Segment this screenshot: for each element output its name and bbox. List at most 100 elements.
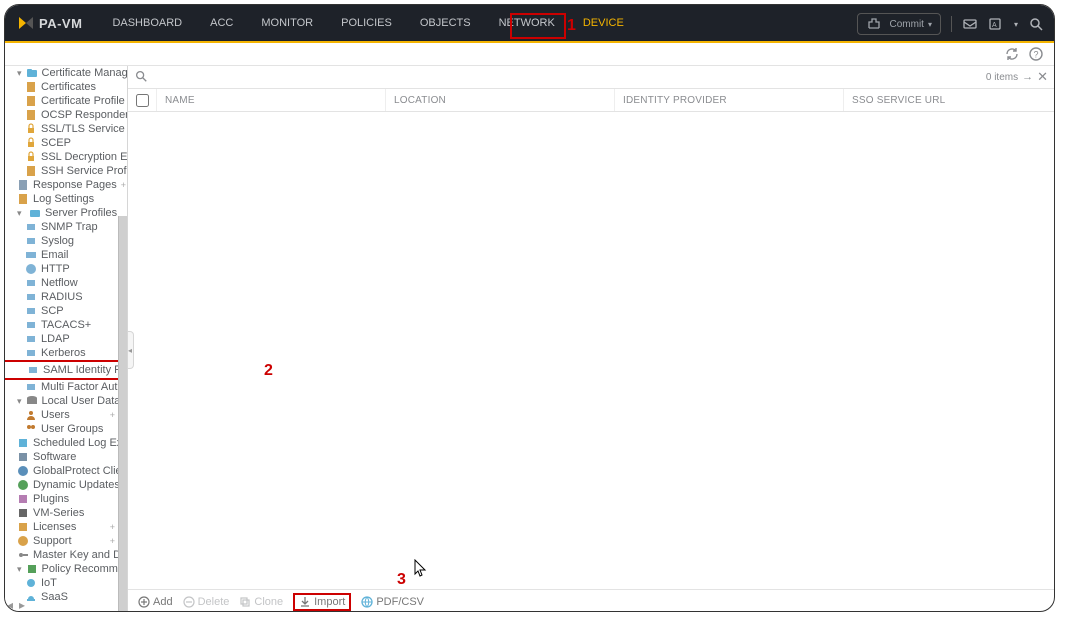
sidebar-item-dyn-updates[interactable]: Dynamic Updates+: [5, 478, 127, 492]
sidebar-item-tacacs[interactable]: TACACS+: [5, 318, 127, 332]
sidebar-label: Certificates: [41, 80, 96, 94]
sidebar-item-plugins[interactable]: Plugins: [5, 492, 127, 506]
sidebar-item-licenses[interactable]: Licenses+: [5, 520, 127, 534]
add-icon[interactable]: +: [121, 178, 128, 192]
sidebar-item-saml[interactable]: SAML Identity Provider: [5, 360, 127, 380]
sidebar-label: Log Settings: [33, 192, 94, 206]
page-icon: [17, 179, 29, 191]
sidebar-prev-icon[interactable]: ◂: [7, 598, 13, 612]
sidebar-label: Response Pages: [33, 178, 117, 192]
sidebar-item-radius[interactable]: RADIUS: [5, 290, 127, 304]
sidebar-label: Policy Recommendation: [42, 562, 128, 576]
clone-label: Clone: [254, 596, 283, 608]
column-header-location[interactable]: LOCATION: [386, 89, 615, 111]
sidebar-item-ssltls[interactable]: SSL/TLS Service Profile: [5, 122, 127, 136]
sidebar-label: SCP: [41, 304, 64, 318]
add-button[interactable]: Add: [138, 596, 173, 608]
search-icon[interactable]: [1028, 16, 1044, 32]
sidebar-label: SSL Decryption Exclusio: [41, 150, 128, 164]
radius-icon: [25, 291, 37, 303]
sidebar-item-local-user-db[interactable]: ▾Local User Database: [5, 394, 127, 408]
pdf-csv-button[interactable]: PDF/CSV: [361, 596, 424, 608]
sidebar-item-cert-mgmt[interactable]: ▾ Certificate Management: [5, 66, 127, 80]
go-arrow-icon[interactable]: →: [1022, 71, 1033, 83]
sidebar-item-master-key[interactable]: Master Key and Diagnostics: [5, 548, 127, 562]
sidebar-item-ocsp[interactable]: OCSP Responder: [5, 108, 127, 122]
sidebar-item-support[interactable]: Support+: [5, 534, 127, 548]
nav-tab-monitor[interactable]: MONITOR: [261, 5, 313, 41]
folder-icon: [26, 67, 38, 79]
nav-tab-device[interactable]: DEVICE: [583, 5, 624, 41]
saas-icon: [25, 591, 37, 603]
sidebar-item-scp[interactable]: SCP: [5, 304, 127, 318]
cert-icon: [25, 81, 37, 93]
import-button[interactable]: Import: [293, 593, 351, 611]
sidebar-label: OCSP Responder: [41, 108, 128, 122]
close-icon[interactable]: ✕: [1037, 69, 1048, 85]
sidebar-item-iot[interactable]: IoT: [5, 576, 127, 590]
sidebar-label: TACACS+: [41, 318, 91, 332]
column-header-idp[interactable]: IDENTITY PROVIDER: [615, 89, 844, 111]
nav-tab-dashboard[interactable]: DASHBOARD: [112, 5, 182, 41]
sidebar-label: Master Key and Diagnostics: [33, 548, 128, 562]
sidebar-item-netflow[interactable]: Netflow: [5, 276, 127, 290]
sidebar-collapse-handle[interactable]: ◂: [128, 331, 134, 369]
sidebar-item-ssl-decrypt[interactable]: SSL Decryption Exclusio: [5, 150, 127, 164]
policy-icon: [26, 563, 38, 575]
sidebar-next-icon[interactable]: ▸: [19, 598, 25, 612]
sidebar-label: Server Profiles: [45, 206, 117, 220]
sidebar-item-software[interactable]: Software: [5, 450, 127, 464]
sidebar-label: SNMP Trap: [41, 220, 98, 234]
sidebar-label: SCEP: [41, 136, 71, 150]
nav-tab-objects[interactable]: OBJECTS: [420, 5, 471, 41]
commit-button[interactable]: Commit ▾: [857, 13, 941, 35]
nav-tab-network[interactable]: NETWORK: [499, 5, 555, 41]
help-icon[interactable]: ?: [1028, 46, 1044, 62]
sidebar-label: Local User Database: [42, 394, 128, 408]
sidebar-item-certificates[interactable]: Certificates: [5, 80, 127, 94]
nav-tab-acc[interactable]: ACC: [210, 5, 233, 41]
search-input[interactable]: [152, 70, 982, 84]
commit-icon: [866, 16, 882, 32]
sidebar-item-sched-log[interactable]: Scheduled Log Export: [5, 436, 127, 450]
sidebar-item-syslog[interactable]: Syslog: [5, 234, 127, 248]
refresh-icon[interactable]: [1004, 46, 1020, 62]
sidebar-item-http[interactable]: HTTP: [5, 262, 127, 276]
profile-icon: [25, 165, 37, 177]
sidebar-item-email[interactable]: Email: [5, 248, 127, 262]
notification-icon[interactable]: [962, 16, 978, 32]
table-header: NAME LOCATION IDENTITY PROVIDER SSO SERV…: [128, 89, 1054, 112]
sidebar-item-policy-rec[interactable]: ▾Policy Recommendation: [5, 562, 127, 576]
select-all-checkbox[interactable]: [136, 94, 149, 107]
table-body-empty: [128, 112, 1054, 589]
column-header-sso[interactable]: SSO SERVICE URL: [844, 89, 1054, 111]
profile-icon: [25, 95, 37, 107]
sidebar-item-vm-series[interactable]: VM-Series: [5, 506, 127, 520]
sidebar-label: HTTP: [41, 262, 70, 276]
sidebar-item-log-settings[interactable]: Log Settings: [5, 192, 127, 206]
sidebar-item-snmp[interactable]: SNMP Trap: [5, 220, 127, 234]
sidebar-item-user-groups[interactable]: User Groups: [5, 422, 127, 436]
sidebar-scrollbar[interactable]: [118, 216, 127, 612]
sidebar-item-scep[interactable]: SCEP: [5, 136, 127, 150]
sidebar-item-ldap[interactable]: LDAP: [5, 332, 127, 346]
sidebar-item-cert-profile[interactable]: Certificate Profile: [5, 94, 127, 108]
sidebar-label: LDAP: [41, 332, 70, 346]
language-icon[interactable]: A: [988, 16, 1004, 32]
brand-icon: [19, 16, 33, 30]
sidebar-item-response-pages[interactable]: Response Pages +: [5, 178, 127, 192]
server-icon: [25, 235, 37, 247]
sidebar-item-kerberos[interactable]: Kerberos: [5, 346, 127, 360]
sidebar-item-gp-client[interactable]: GlobalProtect Client: [5, 464, 127, 478]
sidebar-label: SaaS: [41, 590, 68, 604]
sidebar-item-ssh-profile[interactable]: SSH Service Profile: [5, 164, 127, 178]
ldap-icon: [25, 333, 37, 345]
sidebar-label: Dynamic Updates: [33, 478, 120, 492]
sidebar-item-users[interactable]: Users+: [5, 408, 127, 422]
nav-tab-policies[interactable]: POLICIES: [341, 5, 392, 41]
scp-icon: [25, 305, 37, 317]
svg-text:?: ?: [1034, 50, 1039, 60]
column-header-name[interactable]: NAME: [157, 89, 386, 111]
sidebar-item-mfa[interactable]: Multi Factor Authenticat: [5, 380, 127, 394]
sidebar-item-server-profiles[interactable]: ▾Server Profiles: [5, 206, 127, 220]
